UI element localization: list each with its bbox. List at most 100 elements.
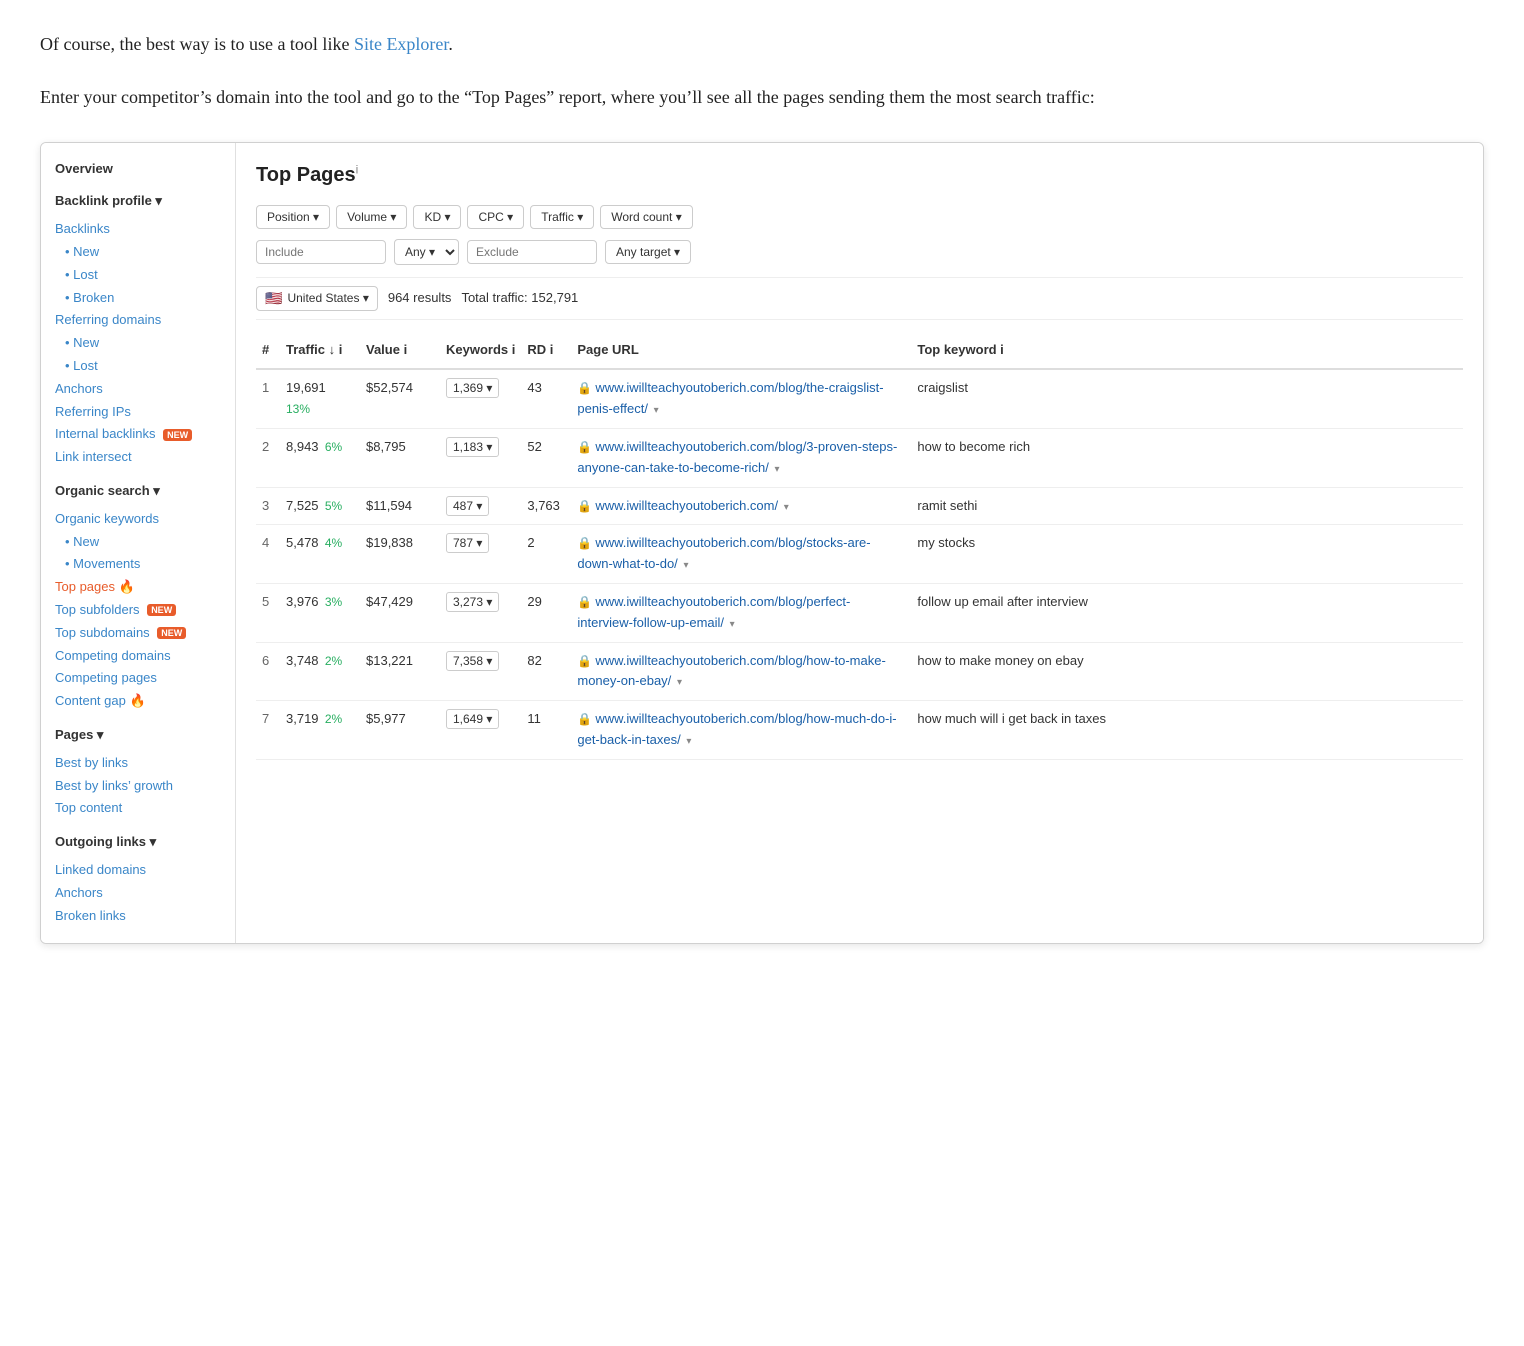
url-chevron[interactable]: ▾	[683, 560, 688, 571]
filter-position[interactable]: Position ▾	[256, 205, 330, 229]
url-path[interactable]: /	[775, 498, 779, 513]
sidebar-item-competing-pages[interactable]: Competing pages	[55, 667, 221, 690]
keywords-dropdown[interactable]: 7,358 ▾	[446, 651, 499, 671]
page-title: Top Pagesi	[256, 159, 1463, 191]
cell-keywords[interactable]: 1,183 ▾	[440, 428, 521, 487]
sidebar-backlink-profile[interactable]: Backlink profile ▾	[55, 191, 221, 212]
sidebar-item-referring-domains[interactable]: Referring domains	[55, 309, 221, 332]
url-domain[interactable]: www.iwillteachyoutoberich.com	[595, 594, 774, 609]
col-header-top-keyword[interactable]: Top keyword i	[911, 332, 1463, 370]
main-content: Top Pagesi Position ▾ Volume ▾ KD ▾ CPC …	[236, 143, 1483, 944]
col-header-keywords[interactable]: Keywords i	[440, 332, 521, 370]
sidebar-item-backlinks-lost[interactable]: • Lost	[55, 264, 221, 287]
url-domain[interactable]: www.iwillteachyoutoberich.com	[595, 439, 774, 454]
intro-paragraph-2: Enter your competitor’s domain into the …	[40, 83, 1484, 112]
filter-traffic[interactable]: Traffic ▾	[530, 205, 594, 229]
sidebar-item-broken-links[interactable]: Broken links	[55, 905, 221, 928]
site-explorer-link[interactable]: Site Explorer	[354, 34, 448, 54]
top-keyword-text: follow up email after interview	[917, 594, 1088, 609]
sidebar-item-internal-backlinks[interactable]: Internal backlinks NEW	[55, 423, 221, 446]
col-header-value[interactable]: Value i	[360, 332, 440, 370]
cell-keywords[interactable]: 787 ▾	[440, 525, 521, 584]
sidebar-item-best-by-links[interactable]: Best by links	[55, 752, 221, 775]
sidebar-organic-search[interactable]: Organic search ▾	[55, 481, 221, 502]
filter-cpc[interactable]: CPC ▾	[467, 205, 524, 229]
cell-top-keyword: ramit sethi	[911, 487, 1463, 525]
cell-traffic: 3,719 2%	[280, 701, 360, 760]
cell-keywords[interactable]: 3,273 ▾	[440, 583, 521, 642]
url-chevron[interactable]: ▾	[677, 677, 682, 688]
url-chevron[interactable]: ▾	[654, 405, 659, 416]
cell-keywords[interactable]: 7,358 ▾	[440, 642, 521, 701]
sidebar-item-link-intersect[interactable]: Link intersect	[55, 446, 221, 469]
cell-url: 🔒www.iwillteachyoutoberich.com/blog/perf…	[571, 583, 911, 642]
exclude-input[interactable]	[467, 240, 597, 264]
country-selector[interactable]: 🇺🇸 United States ▾	[256, 286, 378, 311]
any-target-button[interactable]: Any target ▾	[605, 240, 691, 264]
cell-keywords[interactable]: 1,649 ▾	[440, 701, 521, 760]
sidebar-item-organic-movements[interactable]: • Movements	[55, 553, 221, 576]
filter-volume[interactable]: Volume ▾	[336, 205, 407, 229]
sidebar-item-referring-ips[interactable]: Referring IPs	[55, 401, 221, 424]
cell-rd: 3,763	[521, 487, 571, 525]
filter-kd[interactable]: KD ▾	[413, 205, 461, 229]
include-input[interactable]	[256, 240, 386, 264]
col-header-rd[interactable]: RD i	[521, 332, 571, 370]
lock-icon: 🔒	[577, 654, 592, 668]
url-chevron[interactable]: ▾	[774, 464, 779, 475]
any-select[interactable]: Any ▾	[394, 239, 459, 265]
cell-value: $8,795	[360, 428, 440, 487]
sidebar-item-linked-domains[interactable]: Linked domains	[55, 859, 221, 882]
url-domain[interactable]: www.iwillteachyoutoberich.com	[595, 711, 774, 726]
lock-icon: 🔒	[577, 536, 592, 550]
url-domain[interactable]: www.iwillteachyoutoberich.com	[595, 535, 774, 550]
col-header-traffic[interactable]: Traffic ↓ i	[280, 332, 360, 370]
table-header-row: # Traffic ↓ i Value i Keywords i RD i Pa…	[256, 332, 1463, 370]
sidebar-item-top-subfolders[interactable]: Top subfolders NEW	[55, 599, 221, 622]
top-keyword-text: ramit sethi	[917, 498, 977, 513]
sidebar-item-organic-new[interactable]: • New	[55, 531, 221, 554]
cell-keywords[interactable]: 487 ▾	[440, 487, 521, 525]
sidebar-item-top-pages[interactable]: Top pages 🔥	[55, 576, 221, 599]
sidebar-item-refdomains-new[interactable]: • New	[55, 332, 221, 355]
lock-icon: 🔒	[577, 499, 592, 513]
cell-value: $19,838	[360, 525, 440, 584]
sidebar-item-backlinks-broken[interactable]: • Broken	[55, 287, 221, 310]
keywords-dropdown[interactable]: 787 ▾	[446, 533, 489, 553]
sidebar-item-anchors[interactable]: Anchors	[55, 378, 221, 401]
keywords-dropdown[interactable]: 1,649 ▾	[446, 709, 499, 729]
sidebar-item-competing-domains[interactable]: Competing domains	[55, 645, 221, 668]
results-row: 🇺🇸 United States ▾ 964 results Total tra…	[256, 277, 1463, 320]
keywords-dropdown[interactable]: 1,183 ▾	[446, 437, 499, 457]
sidebar-item-organic-keywords[interactable]: Organic keywords	[55, 508, 221, 531]
keywords-dropdown[interactable]: 1,369 ▾	[446, 378, 499, 398]
sidebar-item-top-subdomains[interactable]: Top subdomains NEW	[55, 622, 221, 645]
url-chevron[interactable]: ▾	[730, 619, 735, 630]
url-domain[interactable]: www.iwillteachyoutoberich.com	[595, 653, 774, 668]
keywords-dropdown[interactable]: 3,273 ▾	[446, 592, 499, 612]
sidebar-item-content-gap[interactable]: Content gap 🔥	[55, 690, 221, 713]
sidebar-item-anchors2[interactable]: Anchors	[55, 882, 221, 905]
sidebar-item-top-content[interactable]: Top content	[55, 797, 221, 820]
sidebar-item-backlinks[interactable]: Backlinks	[55, 218, 221, 241]
traffic-value: 3,976	[286, 594, 319, 609]
sidebar-item-backlinks-new[interactable]: • New	[55, 241, 221, 264]
keywords-dropdown[interactable]: 487 ▾	[446, 496, 489, 516]
cell-keywords[interactable]: 1,369 ▾	[440, 369, 521, 428]
url-chevron[interactable]: ▾	[784, 502, 789, 513]
filter-word-count[interactable]: Word count ▾	[600, 205, 693, 229]
url-domain[interactable]: www.iwillteachyoutoberich.com	[595, 498, 774, 513]
sidebar-pages[interactable]: Pages ▾	[55, 725, 221, 746]
sidebar-outgoing-links[interactable]: Outgoing links ▾	[55, 832, 221, 853]
lock-icon: 🔒	[577, 595, 592, 609]
cell-traffic: 3,976 3%	[280, 583, 360, 642]
new-badge-subfolders: NEW	[147, 604, 176, 616]
cell-traffic: 8,943 6%	[280, 428, 360, 487]
top-keyword-text: how much will i get back in taxes	[917, 711, 1106, 726]
tool-container: Overview Backlink profile ▾ Backlinks • …	[40, 142, 1484, 945]
sidebar-item-best-by-links-growth[interactable]: Best by links’ growth	[55, 775, 221, 798]
url-domain[interactable]: www.iwillteachyoutoberich.com	[595, 380, 774, 395]
url-chevron[interactable]: ▾	[686, 736, 691, 747]
sidebar-item-refdomains-lost[interactable]: • Lost	[55, 355, 221, 378]
cell-rd: 82	[521, 642, 571, 701]
